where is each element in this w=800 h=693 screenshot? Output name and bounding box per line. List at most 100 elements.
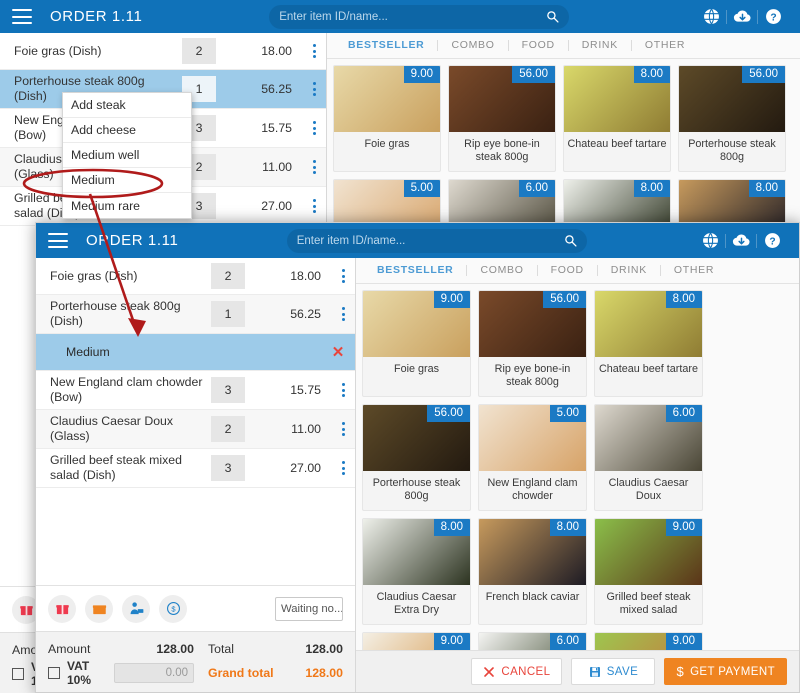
table-row[interactable]: Foie gras (Dish) 2 18.00 — [36, 258, 355, 295]
product-image: 8.00 — [595, 291, 702, 357]
row-menu-icon[interactable] — [331, 307, 355, 321]
product-price: 8.00 — [433, 519, 470, 536]
tab-food[interactable]: FOOD — [538, 265, 598, 276]
tab-food[interactable]: FOOD — [509, 40, 569, 51]
row-menu-icon[interactable] — [331, 422, 355, 436]
cancel-button[interactable]: CANCEL — [471, 658, 563, 685]
context-menu-modifiers: Add steak Add cheese Medium well Medium … — [62, 92, 192, 219]
save-button[interactable]: SAVE — [571, 658, 656, 685]
row-menu-icon[interactable] — [331, 269, 355, 283]
waiting-number-field[interactable]: Waiting no.... — [275, 596, 343, 621]
tab-drink[interactable]: DRINK — [569, 40, 632, 51]
table-row[interactable]: Claudius Caesar Doux (Glass) 2 11.00 — [36, 410, 355, 449]
row-menu-icon[interactable] — [331, 383, 355, 397]
product-name: Porterhouse steak 800g — [372, 477, 461, 502]
product-card[interactable]: 8.00 French black caviar — [478, 518, 587, 625]
product-card[interactable]: 5.00 New England clam chowder — [478, 404, 587, 511]
product-card[interactable]: 6.00 Claudius Caesar Doux — [594, 404, 703, 511]
catalog-tabs-front: BESTSELLER COMBO FOOD DRINK OTHER — [356, 258, 799, 284]
product-card[interactable]: 6.00Champane Charles Weiss — [478, 632, 587, 650]
row-menu-icon[interactable] — [331, 461, 355, 475]
modifier-row-medium[interactable]: Medium ✕ — [36, 334, 355, 371]
globe-icon[interactable] — [695, 230, 725, 252]
cancel-label: CANCEL — [501, 665, 551, 678]
hamburger-icon[interactable] — [48, 233, 68, 248]
tab-other[interactable]: OTHER — [661, 265, 727, 276]
cloud-download-icon[interactable] — [726, 230, 756, 252]
order-items-list-front: Foie gras (Dish) 2 18.00 Porterhouse ste… — [36, 258, 355, 585]
row-menu-icon[interactable] — [302, 160, 326, 174]
item-name: Claudius Caesar Doux (Glass) — [50, 414, 174, 443]
menu-item-add-cheese[interactable]: Add cheese — [63, 118, 191, 143]
product-card[interactable]: 9.00Caesar salad served with grilled sal… — [594, 632, 703, 650]
search-input[interactable] — [296, 234, 564, 247]
product-grid-front: 9.00 Foie gras 56.00 Rip eye bone-in steak … — [356, 284, 799, 650]
header-icon-group: ? — [695, 230, 787, 252]
search-input[interactable] — [279, 10, 547, 23]
row-menu-icon[interactable] — [302, 82, 326, 96]
row-menu-icon[interactable] — [302, 44, 326, 58]
item-qty[interactable]: 2 — [211, 416, 245, 442]
item-qty[interactable]: 3 — [211, 455, 245, 481]
tab-other[interactable]: OTHER — [632, 40, 698, 51]
close-icon[interactable]: ✕ — [321, 343, 355, 361]
menu-item-medium-well[interactable]: Medium well — [63, 143, 191, 168]
table-row[interactable]: Porterhouse steak 800g (Dish) 1 56.25 — [36, 295, 355, 334]
tab-drink[interactable]: DRINK — [598, 265, 661, 276]
product-card[interactable]: 56.00 Porterhouse steak 800g — [362, 404, 471, 511]
table-row[interactable]: New England clam chowder (Bow) 3 15.75 — [36, 371, 355, 410]
product-card[interactable]: 8.00 Chateau beef tartare — [563, 65, 671, 172]
vat-value-field[interactable]: 0.00 — [113, 663, 194, 683]
amount-value: 128.00 — [156, 642, 194, 656]
gift-icon[interactable] — [48, 594, 76, 623]
product-card[interactable]: 56.00 Rip eye bone-in steak 800g — [478, 290, 587, 397]
item-qty[interactable]: 2 — [211, 263, 245, 289]
product-card[interactable]: 9.00 Foie gras — [362, 290, 471, 397]
product-card[interactable]: 56.00 Rip eye bone-in steak 800g — [448, 65, 556, 172]
dollar-icon: $ — [676, 664, 685, 679]
table-row[interactable]: Grilled beef steak mixed salad (Dish) 3 … — [36, 449, 355, 488]
help-icon[interactable]: ? — [757, 230, 787, 252]
product-name: French black caviar — [485, 591, 580, 603]
tab-bestseller[interactable]: BESTSELLER — [335, 40, 439, 51]
product-image: 9.00 — [334, 66, 440, 132]
product-image: 56.00 — [363, 405, 470, 471]
dollar-refund-icon[interactable]: $ — [159, 594, 187, 623]
header-icon-group: ? — [696, 6, 788, 28]
product-card[interactable]: 9.00 Foie gras — [333, 65, 441, 172]
product-image: 9.00 — [595, 519, 702, 585]
order-pane-front: Foie gras (Dish) 2 18.00 Porterhouse ste… — [36, 258, 356, 692]
product-price: 8.00 — [633, 180, 670, 197]
search-box[interactable] — [269, 4, 570, 29]
table-row[interactable]: Foie gras (Dish) 2 18.00 — [0, 33, 326, 70]
menu-item-add-steak[interactable]: Add steak — [63, 93, 191, 118]
globe-icon[interactable] — [696, 6, 726, 28]
product-card[interactable]: 9.00Deep fried Squid and cucumber salad — [362, 632, 471, 650]
product-card[interactable]: 56.00 Porterhouse steak 800g — [678, 65, 786, 172]
product-card[interactable]: 8.00 Chateau beef tartare — [594, 290, 703, 397]
product-image: 6.00 — [479, 633, 586, 650]
vat-checkbox[interactable] — [12, 668, 24, 680]
customer-cart-icon[interactable] — [122, 594, 150, 623]
help-icon[interactable]: ? — [758, 6, 788, 28]
row-menu-icon[interactable] — [302, 199, 326, 213]
product-card[interactable]: 8.00 Claudius Caesar Extra Dry — [362, 518, 471, 625]
get-payment-button[interactable]: $ GET PAYMENT — [664, 658, 787, 685]
item-price: 56.25 — [290, 307, 321, 321]
product-card[interactable]: 9.00 Grilled beef steak mixed salad — [594, 518, 703, 625]
item-qty[interactable]: 3 — [211, 377, 245, 403]
row-menu-icon[interactable] — [302, 121, 326, 135]
search-box[interactable] — [286, 228, 587, 253]
cloud-download-icon[interactable] — [727, 6, 757, 28]
item-qty[interactable]: 1 — [211, 301, 245, 327]
vat-checkbox[interactable] — [48, 667, 60, 679]
tab-bestseller[interactable]: BESTSELLER — [364, 265, 468, 276]
tab-combo[interactable]: COMBO — [438, 40, 509, 51]
item-price: 27.00 — [290, 461, 321, 475]
tab-combo[interactable]: COMBO — [467, 265, 538, 276]
item-qty[interactable]: 2 — [182, 38, 216, 64]
hamburger-icon[interactable] — [12, 9, 32, 24]
menu-item-medium-rare[interactable]: Medium rare — [63, 193, 191, 218]
menu-item-medium[interactable]: Medium — [63, 168, 191, 193]
gift-card-icon[interactable] — [85, 594, 113, 623]
